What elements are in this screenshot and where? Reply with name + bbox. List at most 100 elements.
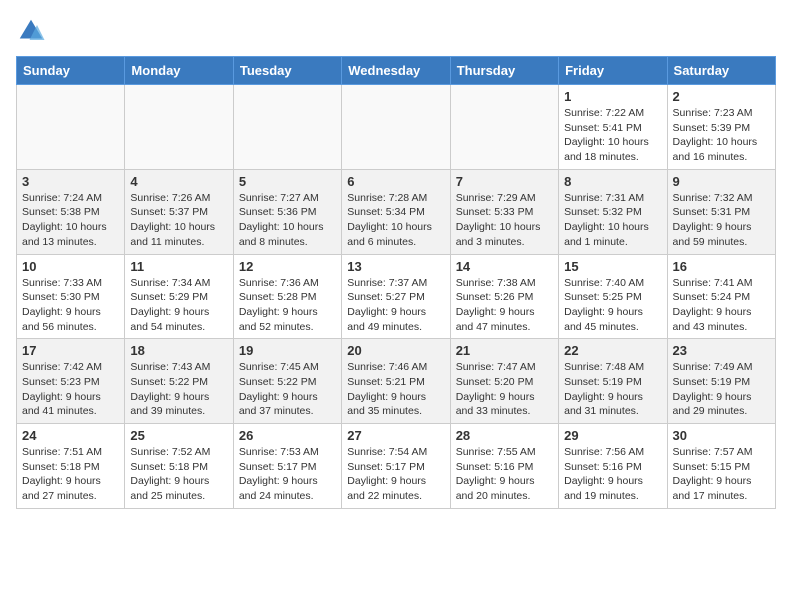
col-header-friday: Friday <box>559 57 667 85</box>
day-cell: 28Sunrise: 7:55 AM Sunset: 5:16 PM Dayli… <box>450 424 558 509</box>
day-cell <box>125 85 233 170</box>
day-cell <box>342 85 450 170</box>
day-number: 15 <box>564 259 661 274</box>
day-cell: 10Sunrise: 7:33 AM Sunset: 5:30 PM Dayli… <box>17 254 125 339</box>
day-info: Sunrise: 7:54 AM Sunset: 5:17 PM Dayligh… <box>347 445 444 504</box>
day-cell: 13 Sunrise: 7:37 AM Sunset: 5:27 PM Dayli… <box>342 254 450 339</box>
day-info: Sunrise: 7:33 AM Sunset: 5:30 PM Dayligh… <box>22 276 119 335</box>
header-row: SundayMondayTuesdayWednesdayThursdayFrid… <box>17 57 776 85</box>
col-header-monday: Monday <box>125 57 233 85</box>
col-header-wednesday: Wednesday <box>342 57 450 85</box>
day-number: 2 <box>673 89 770 104</box>
day-number: 19 <box>239 343 336 358</box>
day-number: 21 <box>456 343 553 358</box>
week-row-3: 10Sunrise: 7:33 AM Sunset: 5:30 PM Dayli… <box>17 254 776 339</box>
day-number: 6 <box>347 174 444 189</box>
day-info: Sunrise: 7:47 AM Sunset: 5:20 PM Dayligh… <box>456 360 553 419</box>
day-info: Sunrise: 7:42 AM Sunset: 5:23 PM Dayligh… <box>22 360 119 419</box>
day-number: 13 <box>347 259 444 274</box>
week-row-4: 17 Sunrise: 7:42 AM Sunset: 5:23 PM Dayli… <box>17 339 776 424</box>
day-number: 30 <box>673 428 770 443</box>
day-number: 12 <box>239 259 336 274</box>
day-cell: 18 Sunrise: 7:43 AM Sunset: 5:22 PM Dayli… <box>125 339 233 424</box>
page-header <box>16 16 776 46</box>
day-info: Sunrise: 7:36 AM Sunset: 5:28 PM Dayligh… <box>239 276 336 335</box>
day-number: 27 <box>347 428 444 443</box>
day-info: Sunrise: 7:40 AM Sunset: 5:25 PM Dayligh… <box>564 276 661 335</box>
day-cell: 21 Sunrise: 7:47 AM Sunset: 5:20 PM Dayli… <box>450 339 558 424</box>
day-number: 24 <box>22 428 119 443</box>
day-info: Sunrise: 7:31 AM Sunset: 5:32 PM Dayligh… <box>564 191 661 250</box>
day-cell: 22 Sunrise: 7:48 AM Sunset: 5:19 PM Dayli… <box>559 339 667 424</box>
day-cell: 27 Sunrise: 7:54 AM Sunset: 5:17 PM Dayli… <box>342 424 450 509</box>
day-number: 8 <box>564 174 661 189</box>
day-info: Sunrise: 7:48 AM Sunset: 5:19 PM Dayligh… <box>564 360 661 419</box>
day-number: 23 <box>673 343 770 358</box>
day-cell <box>233 85 341 170</box>
day-info: Sunrise: 7:29 AM Sunset: 5:33 PM Dayligh… <box>456 191 553 250</box>
day-info: Sunrise: 7:41 AM Sunset: 5:24 PM Dayligh… <box>673 276 770 335</box>
day-cell: 30 Sunrise: 7:57 AM Sunset: 5:15 PM Dayli… <box>667 424 775 509</box>
day-cell: 6Sunrise: 7:28 AM Sunset: 5:34 PM Daylig… <box>342 169 450 254</box>
day-info: Sunrise: 7:43 AM Sunset: 5:22 PM Dayligh… <box>130 360 227 419</box>
day-number: 29 <box>564 428 661 443</box>
day-cell: 24 Sunrise: 7:51 AM Sunset: 5:18 PM Dayli… <box>17 424 125 509</box>
col-header-sunday: Sunday <box>17 57 125 85</box>
day-number: 3 <box>22 174 119 189</box>
day-info: Sunrise: 7:23 AM Sunset: 5:39 PM Dayligh… <box>673 106 770 165</box>
day-cell: 1 Sunrise: 7:22 AM Sunset: 5:41 PM Daylig… <box>559 85 667 170</box>
day-cell: 29 Sunrise: 7:56 AM Sunset: 5:16 PM Dayli… <box>559 424 667 509</box>
day-number: 7 <box>456 174 553 189</box>
day-cell: 14Sunrise: 7:38 AM Sunset: 5:26 PM Dayli… <box>450 254 558 339</box>
day-info: Sunrise: 7:45 AM Sunset: 5:22 PM Dayligh… <box>239 360 336 419</box>
day-number: 17 <box>22 343 119 358</box>
day-cell: 9Sunrise: 7:32 AM Sunset: 5:31 PM Daylig… <box>667 169 775 254</box>
day-info: Sunrise: 7:38 AM Sunset: 5:26 PM Dayligh… <box>456 276 553 335</box>
day-info: Sunrise: 7:24 AM Sunset: 5:38 PM Dayligh… <box>22 191 119 250</box>
day-info: Sunrise: 7:34 AM Sunset: 5:29 PM Dayligh… <box>130 276 227 335</box>
day-number: 16 <box>673 259 770 274</box>
day-cell <box>17 85 125 170</box>
week-row-5: 24 Sunrise: 7:51 AM Sunset: 5:18 PM Dayli… <box>17 424 776 509</box>
day-info: Sunrise: 7:26 AM Sunset: 5:37 PM Dayligh… <box>130 191 227 250</box>
day-number: 1 <box>564 89 661 104</box>
week-row-2: 3 Sunrise: 7:24 AM Sunset: 5:38 PM Daylig… <box>17 169 776 254</box>
day-info: Sunrise: 7:55 AM Sunset: 5:16 PM Dayligh… <box>456 445 553 504</box>
day-number: 4 <box>130 174 227 189</box>
logo-icon <box>16 16 46 46</box>
day-info: Sunrise: 7:27 AM Sunset: 5:36 PM Dayligh… <box>239 191 336 250</box>
day-number: 26 <box>239 428 336 443</box>
day-number: 18 <box>130 343 227 358</box>
day-number: 5 <box>239 174 336 189</box>
day-info: Sunrise: 7:49 AM Sunset: 5:19 PM Dayligh… <box>673 360 770 419</box>
day-info: Sunrise: 7:57 AM Sunset: 5:15 PM Dayligh… <box>673 445 770 504</box>
day-cell: 25Sunrise: 7:52 AM Sunset: 5:18 PM Dayli… <box>125 424 233 509</box>
col-header-thursday: Thursday <box>450 57 558 85</box>
week-row-1: 1 Sunrise: 7:22 AM Sunset: 5:41 PM Daylig… <box>17 85 776 170</box>
day-number: 22 <box>564 343 661 358</box>
day-info: Sunrise: 7:51 AM Sunset: 5:18 PM Dayligh… <box>22 445 119 504</box>
day-cell: 8 Sunrise: 7:31 AM Sunset: 5:32 PM Daylig… <box>559 169 667 254</box>
calendar-table: SundayMondayTuesdayWednesdayThursdayFrid… <box>16 56 776 509</box>
logo <box>16 16 50 46</box>
day-cell: 7 Sunrise: 7:29 AM Sunset: 5:33 PM Daylig… <box>450 169 558 254</box>
day-cell: 20 Sunrise: 7:46 AM Sunset: 5:21 PM Dayli… <box>342 339 450 424</box>
day-cell <box>450 85 558 170</box>
day-cell: 12 Sunrise: 7:36 AM Sunset: 5:28 PM Dayli… <box>233 254 341 339</box>
col-header-saturday: Saturday <box>667 57 775 85</box>
col-header-tuesday: Tuesday <box>233 57 341 85</box>
day-cell: 23 Sunrise: 7:49 AM Sunset: 5:19 PM Dayli… <box>667 339 775 424</box>
day-cell: 19 Sunrise: 7:45 AM Sunset: 5:22 PM Dayli… <box>233 339 341 424</box>
day-info: Sunrise: 7:37 AM Sunset: 5:27 PM Dayligh… <box>347 276 444 335</box>
day-number: 20 <box>347 343 444 358</box>
day-info: Sunrise: 7:53 AM Sunset: 5:17 PM Dayligh… <box>239 445 336 504</box>
day-number: 9 <box>673 174 770 189</box>
day-cell: 16 Sunrise: 7:41 AM Sunset: 5:24 PM Dayli… <box>667 254 775 339</box>
day-number: 11 <box>130 259 227 274</box>
day-number: 25 <box>130 428 227 443</box>
day-info: Sunrise: 7:56 AM Sunset: 5:16 PM Dayligh… <box>564 445 661 504</box>
day-info: Sunrise: 7:46 AM Sunset: 5:21 PM Dayligh… <box>347 360 444 419</box>
day-info: Sunrise: 7:22 AM Sunset: 5:41 PM Dayligh… <box>564 106 661 165</box>
day-cell: 4 Sunrise: 7:26 AM Sunset: 5:37 PM Daylig… <box>125 169 233 254</box>
day-cell: 3 Sunrise: 7:24 AM Sunset: 5:38 PM Daylig… <box>17 169 125 254</box>
